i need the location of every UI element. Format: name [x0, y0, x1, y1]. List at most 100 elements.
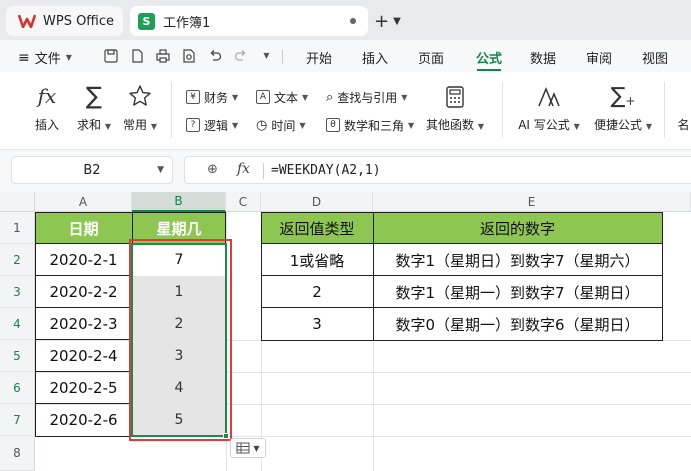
- cell-d3[interactable]: 2: [261, 276, 373, 308]
- file-menu[interactable]: ≡ 文件 ▼: [18, 48, 72, 68]
- save-icon[interactable]: [102, 47, 119, 64]
- cell-e1[interactable]: 返回的数字: [373, 212, 662, 244]
- chevron-down-icon: ▼: [104, 122, 111, 131]
- chevron-down-icon[interactable]: ▼: [258, 47, 275, 64]
- cell-a3[interactable]: 2020-2-2: [35, 276, 132, 308]
- table-border: [261, 275, 663, 276]
- sheet-logo-icon: S: [138, 12, 155, 30]
- chevron-down-icon: ▼: [645, 122, 652, 131]
- cell-b7[interactable]: 5: [133, 404, 225, 436]
- cell-b1[interactable]: 星期几: [132, 212, 226, 244]
- redo-icon[interactable]: [232, 47, 249, 64]
- print-icon[interactable]: [154, 47, 171, 64]
- sigma-plus-icon: ∑ +: [610, 84, 636, 109]
- table-border: [261, 307, 663, 308]
- new-tab-button[interactable]: + ▼: [374, 11, 401, 32]
- file-label: 文件: [34, 52, 61, 67]
- cell-e3[interactable]: 数字1（星期一）到数字7（星期日）: [373, 276, 662, 308]
- menu-item-formulas[interactable]: 公式: [476, 48, 502, 67]
- row-header-3[interactable]: 3: [0, 276, 35, 308]
- chevron-down-icon: ▼: [408, 120, 415, 130]
- chevron-down-icon: ▼: [393, 16, 401, 27]
- ai-icon: [518, 82, 580, 108]
- chevron-down-icon: ▼: [65, 53, 72, 62]
- table-border: [35, 403, 132, 404]
- cell-a4[interactable]: 2020-2-3: [35, 308, 132, 340]
- undo-icon[interactable]: [206, 47, 223, 64]
- menu-item-insert[interactable]: 插入: [362, 48, 388, 67]
- lookup-functions-button[interactable]: ⌕ 查找与引用 ▼: [326, 87, 407, 107]
- text-functions-button[interactable]: A 文本 ▼: [256, 87, 308, 107]
- name-manager-button[interactable]: 名: [676, 116, 691, 133]
- row-header-1[interactable]: 1: [0, 212, 35, 244]
- column-header-e[interactable]: E: [373, 192, 691, 212]
- row-header-2[interactable]: 2: [0, 244, 35, 276]
- row-header-8[interactable]: 8: [0, 436, 35, 471]
- menu-item-data[interactable]: 数据: [530, 48, 556, 67]
- cell-b2[interactable]: 7: [132, 244, 226, 276]
- menu-item-home[interactable]: 开始: [306, 48, 332, 67]
- row-header-7[interactable]: 7: [0, 404, 35, 436]
- cell-b3[interactable]: 1: [133, 276, 225, 308]
- cell-b6[interactable]: 4: [133, 372, 225, 404]
- cell-d2[interactable]: 1或省略: [261, 244, 373, 276]
- fx-icon: fx: [37, 84, 57, 108]
- row-header-6[interactable]: 6: [0, 372, 35, 404]
- math-functions-button[interactable]: θ 数学和三角 ▼: [326, 115, 414, 135]
- star-icon: [118, 82, 162, 108]
- logic-functions-button[interactable]: ? 逻辑 ▼: [186, 115, 238, 135]
- column-header-b[interactable]: B: [132, 192, 226, 212]
- print-preview-icon[interactable]: [180, 47, 197, 64]
- name-box[interactable]: B2 ▼: [11, 156, 173, 184]
- tab-workbook[interactable]: S 工作簿1: [130, 6, 368, 36]
- cell-b5[interactable]: 3: [133, 340, 225, 372]
- cell-reference: B2: [83, 162, 101, 178]
- formula-input[interactable]: ⊕ fx =WEEKDAY(A2,1): [184, 156, 691, 184]
- menu-item-review[interactable]: 审阅: [586, 48, 612, 67]
- tab-wps-office[interactable]: WPS Office: [6, 6, 123, 36]
- formula-text: =WEEKDAY(A2,1): [271, 163, 381, 178]
- formula-divider: [263, 163, 264, 179]
- cell-a2[interactable]: 2020-2-1: [35, 244, 132, 276]
- lookup-label: 查找与引用: [337, 90, 398, 105]
- cell-b4[interactable]: 2: [133, 308, 225, 340]
- column-header-a[interactable]: A: [35, 192, 132, 212]
- cell-a1[interactable]: 日期: [35, 212, 132, 244]
- cell-d4[interactable]: 3: [261, 308, 373, 340]
- tab-label: WPS Office: [43, 13, 115, 29]
- cell-e2[interactable]: 数字1（星期日）到数字7（星期六）: [373, 244, 662, 276]
- column-header-d[interactable]: D: [261, 192, 373, 212]
- ai-formula-button[interactable]: AI 写公式 ▼: [518, 82, 580, 133]
- column-header-c[interactable]: C: [226, 192, 261, 212]
- common-functions-button[interactable]: 常用 ▼: [118, 82, 162, 133]
- spreadsheet-grid[interactable]: A B C D E 1 2 3 4 5 6 7 8 日期 星期几 2020-2-…: [0, 192, 691, 471]
- row-header-5[interactable]: 5: [0, 340, 35, 372]
- quick-analysis-button[interactable]: ▼: [230, 438, 266, 458]
- chevron-down-icon: ▼: [253, 443, 260, 453]
- quick-formula-label: 便捷公式: [594, 118, 643, 132]
- cell-d1[interactable]: 返回值类型: [261, 212, 373, 244]
- insert-function-button[interactable]: fx 插入: [27, 82, 67, 133]
- finance-functions-button[interactable]: ¥ 财务 ▼: [186, 87, 238, 107]
- unsaved-dot-icon[interactable]: [350, 18, 356, 24]
- autosum-button[interactable]: ∑ 求和 ▼: [72, 82, 116, 133]
- autosum-label: 求和: [77, 118, 102, 132]
- export-pdf-icon[interactable]: [128, 47, 145, 64]
- row-header-4[interactable]: 4: [0, 308, 35, 340]
- time-functions-button[interactable]: ◷ 时间 ▼: [256, 115, 306, 135]
- menu-item-view[interactable]: 视图: [642, 48, 668, 67]
- sigma-icon: ∑: [85, 82, 103, 110]
- menu-item-page[interactable]: 页面: [418, 48, 444, 67]
- cell-a6[interactable]: 2020-2-5: [35, 372, 132, 404]
- select-all-corner[interactable]: [0, 192, 35, 212]
- fx-icon[interactable]: fx: [237, 161, 250, 177]
- cell-a7[interactable]: 2020-2-6: [35, 404, 132, 436]
- quick-formula-button[interactable]: ∑ + 便捷公式 ▼: [592, 82, 654, 133]
- fill-handle[interactable]: [223, 433, 229, 439]
- title-bar: WPS Office S 工作簿1 + ▼: [0, 0, 691, 40]
- table-border: [132, 212, 133, 437]
- other-functions-button[interactable]: 其他函数 ▼: [424, 82, 486, 133]
- cell-a5[interactable]: 2020-2-4: [35, 340, 132, 372]
- cell-e4[interactable]: 数字0（星期一）到数字6（星期日）: [373, 308, 662, 340]
- zoom-icon[interactable]: ⊕: [207, 162, 218, 177]
